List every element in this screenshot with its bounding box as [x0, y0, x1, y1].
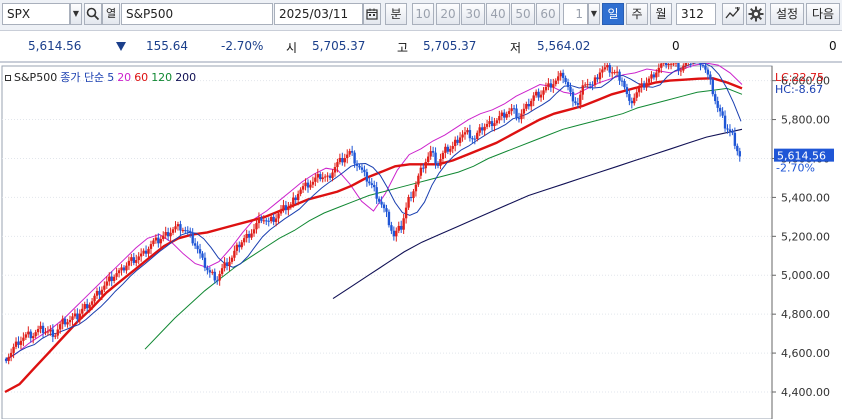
period-select[interactable]: 1 — [563, 3, 588, 25]
symbol-dropdown-icon[interactable]: ▼ — [70, 3, 82, 25]
amount: 0 — [829, 39, 837, 53]
settings-gear-button[interactable] — [746, 3, 766, 25]
month-tab[interactable]: 월 — [650, 3, 672, 25]
open-label: 시 — [286, 41, 298, 55]
volume: 0 — [672, 39, 680, 53]
period-50-button[interactable]: 50 — [511, 3, 535, 25]
chart-area[interactable]: 6,000.005,800.005,600.005,400.005,200.00… — [0, 63, 842, 419]
y-axis: 6,000.005,800.005,600.005,400.005,200.00… — [771, 66, 834, 419]
legend-title: S&P500 — [14, 71, 58, 84]
y-tick-label: 5,000.00 — [781, 269, 830, 282]
down-triangle-icon — [116, 42, 126, 51]
last-price: 5,614.56 — [28, 39, 82, 53]
y-tick-label: 5,800.00 — [781, 114, 830, 127]
settings-button[interactable]: 설정 — [770, 3, 804, 25]
low-label: 저 — [510, 41, 522, 55]
price-chart[interactable]: 6,000.005,800.005,600.005,400.005,200.00… — [0, 63, 842, 419]
legend-ma-5: 5 — [107, 71, 115, 84]
legend-ma-60: 60 — [134, 71, 149, 84]
gear-icon — [748, 6, 764, 22]
period-30-button[interactable]: 30 — [461, 3, 485, 25]
bar-count-field[interactable]: 312 — [676, 3, 716, 25]
quote-bar: 5,614.56 155.64 -2.70% 시 5,705.37 고 5,70… — [0, 31, 842, 63]
y-tick-label: 5,400.00 — [781, 191, 830, 204]
high-label: 고 — [397, 41, 409, 55]
calendar-button[interactable] — [363, 3, 381, 25]
y-tick-label: 4,400.00 — [781, 386, 830, 399]
legend-close-label: 종가 단순 — [60, 71, 105, 84]
y-tick-label: 4,800.00 — [781, 308, 830, 321]
hc-label: HC:-8.67 — [775, 83, 823, 96]
period-10-button[interactable]: 10 — [412, 3, 434, 25]
y-tick-label: 5,200.00 — [781, 230, 830, 243]
price-change: 155.64 — [146, 39, 188, 53]
legend-ma-120: 120 — [151, 71, 173, 84]
candle — [662, 63, 665, 66]
candle — [711, 77, 714, 97]
y-tick-label: 4,600.00 — [781, 347, 830, 360]
legend-ma-20: 20 — [117, 71, 132, 84]
toolbar: SPX ▼ 열 S&P500 2025/03/11 분 10 20 30 40 … — [0, 0, 842, 31]
price-change-pct: -2.70% — [221, 39, 264, 53]
date-field[interactable]: 2025/03/11 — [274, 3, 363, 25]
high-price: 5,705.37 — [423, 39, 477, 53]
chart-legend: S&P500 종가 단순 5 20 60 120 200 — [5, 69, 199, 85]
period-20-button[interactable]: 20 — [436, 3, 460, 25]
draw-tool-button[interactable] — [722, 3, 744, 25]
candle — [387, 209, 391, 228]
grid — [1, 65, 773, 419]
period-60-button[interactable]: 60 — [536, 3, 560, 25]
trendline-icon — [725, 7, 740, 19]
search-icon — [86, 7, 100, 21]
day-tab[interactable]: 일 — [602, 3, 624, 25]
symbol-field[interactable]: SPX — [2, 3, 70, 25]
period-40-button[interactable]: 40 — [486, 3, 510, 25]
minute-button[interactable]: 분 — [385, 3, 407, 25]
open-price: 5,705.37 — [312, 39, 366, 53]
legend-square-icon — [5, 74, 11, 81]
search-button[interactable] — [84, 3, 102, 25]
week-tab[interactable]: 주 — [626, 3, 648, 25]
period-dropdown-icon[interactable]: ▼ — [588, 3, 600, 25]
low-price: 5,564.02 — [537, 39, 591, 53]
legend-ma-200: 200 — [175, 71, 197, 84]
next-button[interactable]: 다음 — [806, 3, 840, 25]
symbol-name-field: S&P500 — [121, 3, 273, 25]
calendar-icon — [366, 8, 378, 20]
last-change-pct-label: -2.70% — [776, 162, 815, 175]
link-button[interactable]: 열 — [102, 3, 120, 25]
